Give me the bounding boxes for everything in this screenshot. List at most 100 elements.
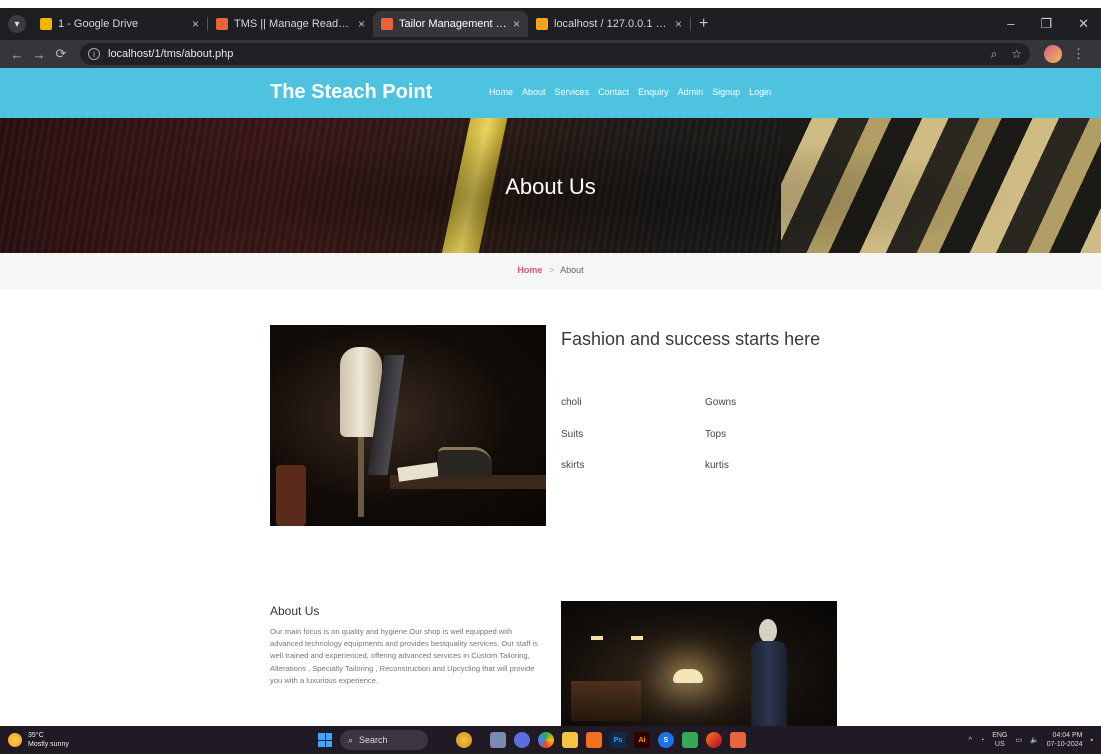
tab-google-drive[interactable]: 1 - Google Drive × (32, 11, 207, 37)
notification-icon[interactable]: ▪ (1091, 737, 1093, 744)
search-icon: ⌕ (348, 734, 354, 745)
restore-icon[interactable]: ❐ (1040, 16, 1052, 32)
nav-admin[interactable]: Admin (678, 87, 704, 97)
tailor-shop-interior-image (561, 601, 837, 726)
hero-title: About Us (505, 174, 596, 199)
tab-close-icon[interactable]: × (186, 17, 199, 31)
sun-icon (8, 733, 22, 747)
tab-phpmyadmin[interactable]: localhost / 127.0.0.1 / tmsdb1 / × (528, 11, 690, 37)
weather-condition: Mostly sunny (28, 741, 69, 748)
breadcrumb-separator-icon: > (548, 265, 555, 275)
image-sewing-machine (438, 447, 492, 477)
tab-title: Tailor Management System | Ab (399, 18, 507, 30)
site-header: The Steach Point Home About Services Con… (0, 68, 1101, 118)
image-lamp (673, 669, 703, 683)
omnibox-actions: ⌕ ☆ (991, 47, 1023, 62)
forward-arrow-icon[interactable]: → (28, 47, 50, 62)
image-suit (751, 641, 787, 726)
task-view-icon[interactable] (490, 732, 506, 748)
tab-close-icon[interactable]: × (507, 17, 520, 31)
browser-app-icon[interactable] (706, 732, 722, 748)
windows-start-icon[interactable] (318, 733, 332, 747)
new-tab-button[interactable]: + (699, 15, 708, 33)
search-label: Search (359, 735, 388, 745)
image-shelf (571, 681, 641, 721)
nav-contact[interactable]: Contact (598, 87, 629, 97)
windows-taskbar: 35°C Mostly sunny ⌕ Search Ps Ai S ^ ◔ E… (0, 726, 1101, 754)
app-icon[interactable] (682, 732, 698, 748)
product-item: kurtis (705, 460, 729, 471)
tms-favicon-icon (216, 18, 228, 30)
browser-menu-icon[interactable]: ⋮ (1072, 46, 1085, 62)
about-description: Our main focus is on quality and hygiene… (270, 627, 538, 685)
clock[interactable]: 04:04 PM 07-10-2024 (1047, 731, 1083, 749)
widgets-icon[interactable] (456, 732, 472, 748)
speaker-icon[interactable]: 🔈 (1030, 736, 1039, 744)
minimize-icon[interactable]: – (1007, 16, 1014, 32)
region-code: US (994, 741, 1005, 748)
url-text: localhost/1/tms/about.php (108, 48, 234, 60)
address-bar-row: ← → ⟳ i localhost/1/tms/about.php ⌕ ☆ ⋮ (0, 40, 1101, 68)
chrome-icon[interactable] (538, 732, 554, 748)
tab-close-icon[interactable]: × (352, 17, 365, 31)
reload-icon[interactable]: ⟳ (50, 46, 72, 62)
tab-title: TMS || Manage Read Enquiry (234, 18, 352, 30)
close-window-icon[interactable]: ✕ (1078, 16, 1089, 32)
zoom-icon[interactable]: ⌕ (991, 47, 998, 62)
tab-tailor-management-system[interactable]: Tailor Management System | Ab × (373, 11, 528, 37)
browser-tab-bar: ▾ 1 - Google Drive × TMS || Manage Read … (0, 8, 1101, 40)
language-code: ENG (992, 732, 1008, 739)
xampp-icon[interactable] (586, 732, 602, 748)
tms-taskbar-icon[interactable] (730, 732, 746, 748)
display-icon[interactable]: ▭ (1015, 736, 1022, 744)
weather-widget[interactable]: 35°C Mostly sunny (8, 731, 69, 749)
window-controls: – ❐ ✕ (1007, 16, 1101, 32)
file-explorer-icon[interactable] (562, 732, 578, 748)
url-field[interactable]: i localhost/1/tms/about.php ⌕ ☆ (80, 43, 1030, 65)
nav-services[interactable]: Services (555, 87, 590, 97)
skype-icon[interactable]: S (658, 732, 674, 748)
language-indicator[interactable]: ENG US (992, 731, 1007, 749)
image-chair (276, 465, 306, 526)
site-nav: Home About Services Contact Enquiry Admi… (489, 87, 771, 97)
breadcrumb: Home > About (0, 265, 1101, 275)
temperature: 35°C (28, 732, 44, 739)
product-item: choli (561, 397, 582, 408)
chat-icon[interactable] (514, 732, 530, 748)
nav-home[interactable]: Home (489, 87, 513, 97)
product-item: Gowns (705, 397, 737, 408)
about-heading: About Us (270, 604, 320, 618)
network-status-icon[interactable]: ◔ (980, 737, 984, 744)
breadcrumb-current: About (560, 265, 584, 275)
brand-logo-text[interactable]: The Steach Point (270, 81, 432, 104)
nav-about[interactable]: About (522, 87, 546, 97)
tab-manage-read-enquiry[interactable]: TMS || Manage Read Enquiry × (208, 11, 373, 37)
back-arrow-icon[interactable]: ← (6, 47, 28, 62)
tab-title: localhost / 127.0.0.1 / tmsdb1 / (554, 18, 669, 30)
tab-search-chevron-icon[interactable]: ▾ (8, 15, 26, 33)
bookmark-star-icon[interactable]: ☆ (1011, 47, 1022, 62)
taskbar-search[interactable]: ⌕ Search (340, 730, 428, 750)
phpmyadmin-favicon-icon (536, 18, 548, 30)
image-lamp-arm (647, 652, 671, 690)
image-mannequin-head (759, 619, 777, 643)
weather-text: 35°C Mostly sunny (28, 731, 69, 749)
nav-signup[interactable]: Signup (712, 87, 740, 97)
profile-avatar-icon[interactable] (1044, 45, 1062, 63)
product-item: skirts (561, 460, 585, 471)
tab-close-icon[interactable]: × (669, 17, 682, 31)
product-item: Suits (561, 429, 584, 440)
tray-chevron-up-icon[interactable]: ^ (969, 737, 972, 744)
tab-title: 1 - Google Drive (58, 18, 139, 30)
google-drive-favicon-icon (40, 18, 52, 30)
nav-enquiry[interactable]: Enquiry (638, 87, 669, 97)
section-title: Fashion and success starts here (561, 329, 821, 349)
product-item: Tops (705, 429, 727, 440)
illustrator-icon[interactable]: Ai (634, 732, 650, 748)
photoshop-icon[interactable]: Ps (610, 732, 626, 748)
nav-login[interactable]: Login (749, 87, 771, 97)
site-info-icon[interactable]: i (88, 48, 100, 60)
hero-banner: About Us (0, 118, 1101, 253)
mannequin-sewing-machine-image (270, 325, 546, 526)
breadcrumb-home-link[interactable]: Home (517, 265, 542, 275)
